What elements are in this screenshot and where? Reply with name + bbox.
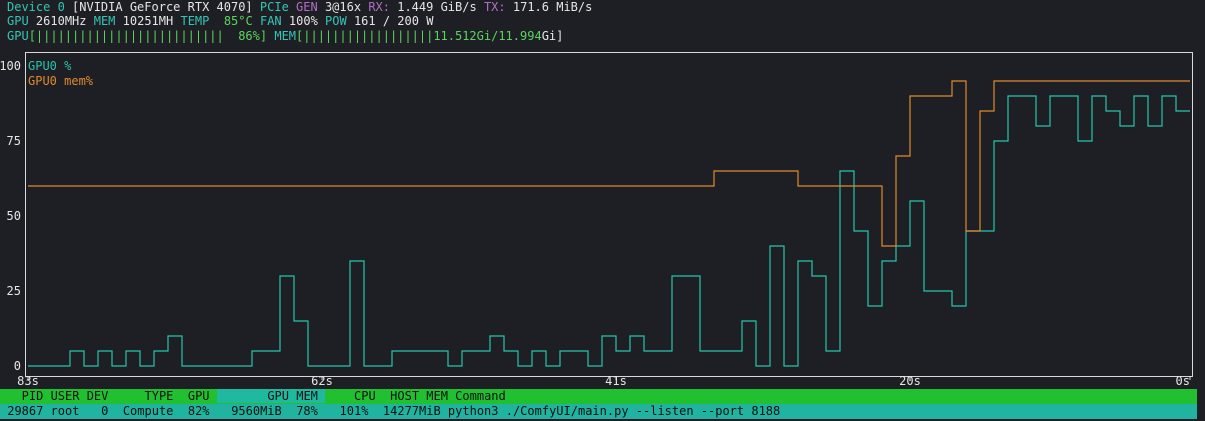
fan-value: 100% — [288, 14, 318, 28]
pow-value: 161 / 200 W — [353, 14, 434, 28]
pow-label: POW — [325, 14, 347, 28]
device-label: Device 0 — [7, 0, 65, 14]
gpu-bar-label: GPU — [7, 29, 29, 43]
y-tick-label: 25 — [7, 284, 21, 298]
x-tick-label: 62s — [311, 374, 333, 388]
mem-usage-bar: [|||||||||||||||||| — [296, 29, 434, 43]
mem-usage-value: 11.512Gi/11.994 — [433, 29, 542, 43]
gpu-mem-percent-series-line — [28, 80, 1190, 247]
gpu-history-chart: 100 75 50 25 0 83s 62s 41s 20s 0s GPU0 % GPU0 me… — [0, 52, 1193, 388]
process-row[interactable]: 29867 root 0 Compute 82% 9560MiB 78% 101… — [0, 404, 1197, 419]
pcie-label: PCIe — [259, 0, 289, 14]
bars-line: GPU[|||||||||||||||||||||||||| 86%] MEM[… — [7, 29, 563, 43]
mem-bar-label: MEM — [274, 29, 297, 43]
process-header-gpu-mem[interactable]: GPU MEM — [216, 389, 326, 403]
device-name: [NVIDIA GeForce RTX 4070] — [72, 0, 253, 14]
device-info-line: Device 0 [NVIDIA GeForce RTX 4070] PCIe … — [7, 0, 592, 14]
mem-clock-label: MEM — [93, 14, 116, 28]
x-tick-label: 0s — [1176, 374, 1190, 388]
x-tick-label: 41s — [605, 374, 627, 388]
gen-label: GEN — [296, 0, 318, 14]
legend-gpu-mem-percent: GPU0 mem% — [28, 74, 94, 88]
rx-value: 1.449 GiB/s — [397, 0, 477, 14]
temp-value: 85°C — [223, 14, 253, 28]
gpu-percent-series-line — [28, 95, 1190, 367]
mem-clock-value: 10251MH — [122, 14, 174, 28]
process-header-right: CPU HOST MEM Command — [325, 389, 506, 403]
temp-label: TEMP — [180, 14, 210, 28]
process-header-left: PID USER DEV TYPE GPU — [0, 389, 217, 403]
gpu-usage-bar: [|||||||||||||||||||||||||| 86%] — [28, 29, 268, 43]
tx-value: 171.6 MiB/s — [512, 0, 593, 14]
y-tick-label: 100 — [0, 59, 21, 73]
legend-gpu-percent: GPU0 % — [28, 59, 72, 73]
chart-frame — [25, 52, 1193, 377]
process-table-header: PID USER DEV TYPE GPU GPU MEM CPU HOST M… — [0, 389, 1197, 404]
stats-line: GPU 2610MHz MEM 10251MH TEMP 85°C FAN 10… — [7, 14, 433, 28]
x-tick-label: 20s — [899, 374, 921, 388]
tx-label: TX: — [483, 0, 506, 14]
mem-usage-bar-close: Gi] — [541, 29, 564, 43]
y-tick-label: 75 — [7, 134, 21, 148]
y-tick-label: 0 — [14, 359, 21, 373]
x-tick-label: 83s — [17, 374, 39, 388]
gpu-clock-label: GPU — [7, 14, 29, 28]
y-tick-label: 50 — [7, 209, 21, 223]
rx-label: RX: — [368, 0, 390, 14]
gpu-clock-value: 2610MHz — [35, 14, 87, 28]
gen-value: 3@16x — [324, 0, 362, 14]
fan-label: FAN — [259, 14, 282, 28]
